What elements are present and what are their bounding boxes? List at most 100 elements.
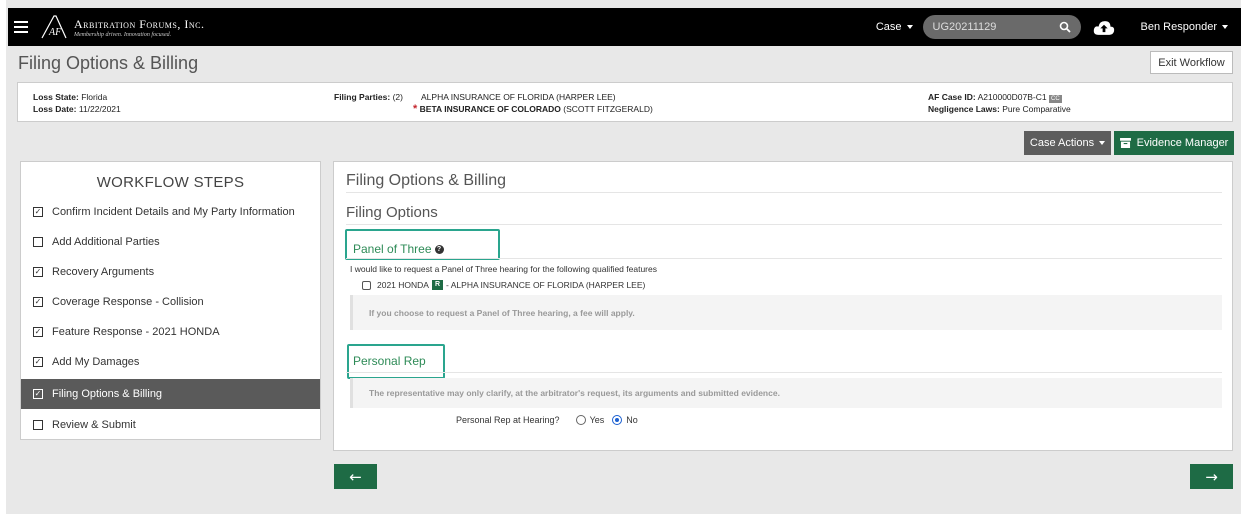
chevron-down-icon: [906, 25, 913, 30]
negligence-value: Pure Comparative: [1002, 104, 1071, 114]
feature-checkbox[interactable]: [362, 280, 371, 290]
personal-rep-question: Personal Rep at Hearing? Yes No: [456, 415, 638, 425]
case-search: [922, 15, 1081, 39]
workflow-step-review-submit[interactable]: Review & Submit: [21, 410, 320, 440]
checkbox-checked-icon: ✓: [33, 297, 43, 307]
case-id-value: A210000D07B-C1: [977, 92, 1047, 102]
brand-logo[interactable]: AF Arbitration Forums, Inc. Membership d…: [40, 14, 204, 40]
loss-date-label: Loss Date:: [33, 104, 77, 114]
workflow-step-feature-response[interactable]: ✓ Feature Response - 2021 HONDA: [21, 317, 320, 347]
checkbox-checked-icon: ✓: [33, 389, 43, 399]
party-row: ALPHA INSURANCE OF FLORIDA (HARPER LEE): [421, 91, 653, 103]
user-name: Ben Responder: [1140, 21, 1217, 33]
evidence-manager-label: Evidence Manager: [1136, 137, 1229, 149]
panel-fee-note-text: If you choose to request a Panel of Thre…: [369, 307, 635, 318]
cloud-upload-icon[interactable]: [1093, 19, 1115, 36]
party-name: ALPHA INSURANCE OF FLORIDA: [421, 92, 554, 102]
panel-request-text: I would like to request a Panel of Three…: [350, 264, 657, 274]
chevron-down-icon: [1099, 141, 1106, 146]
filing-parties-list: ALPHA INSURANCE OF FLORIDA (HARPER LEE) …: [413, 91, 653, 115]
party-contact: (SCOTT FITZGERALD): [563, 104, 653, 114]
step-label: Add My Damages: [52, 356, 140, 368]
brand-text: Arbitration Forums, Inc. Membership driv…: [74, 17, 204, 38]
arrow-left-icon: ←: [349, 467, 362, 486]
feature-vehicle: 2021 HONDA: [377, 280, 429, 290]
negligence-label: Negligence Laws:: [928, 104, 1000, 114]
step-label: Coverage Response - Collision: [52, 296, 204, 308]
user-menu[interactable]: Ben Responder: [1141, 21, 1228, 33]
section-heading: Filing Options & Billing: [346, 172, 507, 189]
af-logo-icon: AF: [41, 15, 67, 39]
divider: [346, 258, 1222, 259]
page-title: Filing Options & Billing: [18, 53, 199, 73]
workflow-step-coverage-response[interactable]: ✓ Coverage Response - Collision: [21, 287, 320, 317]
checkbox-empty-icon: [33, 237, 43, 247]
panel-feature-option[interactable]: 2021 HONDA R - ALPHA INSURANCE OF FLORID…: [362, 280, 645, 290]
case-actions-button[interactable]: Case Actions: [1024, 131, 1111, 155]
personal-rep-note-text: The representative may only clarify, at …: [369, 388, 780, 398]
case-dropdown-label: Case: [875, 21, 902, 33]
responder-badge: R: [431, 280, 444, 290]
svg-text:AF: AF: [48, 27, 62, 38]
checkbox-checked-icon: ✓: [33, 357, 43, 367]
filing-options-heading: Filing Options: [346, 204, 438, 221]
step-label: Recovery Arguments: [52, 266, 155, 278]
step-label: Add Additional Parties: [52, 236, 160, 248]
checkbox-checked-icon: ✓: [33, 267, 43, 277]
arrow-right-icon: →: [1205, 467, 1218, 486]
workflow-steps-heading: WORKFLOW STEPS: [96, 174, 245, 191]
personal-rep-label: Personal Rep: [353, 354, 426, 368]
next-button[interactable]: →: [1190, 464, 1233, 489]
step-label: Filing Options & Billing: [52, 388, 163, 400]
workflow-step-additional-parties[interactable]: Add Additional Parties: [21, 227, 320, 257]
help-icon[interactable]: ?: [434, 245, 444, 255]
personal-rep-note: The representative may only clarify, at …: [350, 378, 1222, 408]
evidence-manager-button[interactable]: Evidence Manager: [1114, 131, 1234, 155]
step-label: Review & Submit: [52, 419, 136, 431]
divider: [346, 224, 1222, 225]
workflow-step-filing-options[interactable]: ✓ Filing Options & Billing: [21, 379, 320, 409]
party-contact: (HARPER LEE): [556, 92, 616, 102]
personal-rep-question-label: Personal Rep at Hearing?: [456, 415, 560, 425]
rep-yes-label[interactable]: Yes: [590, 415, 605, 425]
case-search-input[interactable]: [932, 21, 1053, 33]
filing-parties-label: Filing Parties:: [334, 92, 391, 102]
workflow-step-recovery-arguments[interactable]: ✓ Recovery Arguments: [21, 257, 320, 287]
feature-party: - ALPHA INSURANCE OF FLORIDA (HARPER LEE…: [446, 280, 646, 290]
case-id-badge: CC: [1049, 95, 1062, 103]
rep-no-radio[interactable]: [612, 415, 623, 425]
case-id-label: AF Case ID:: [928, 92, 976, 102]
menu-icon[interactable]: [14, 21, 28, 33]
checkbox-checked-icon: ✓: [33, 207, 43, 217]
case-actions-label: Case Actions: [1029, 137, 1095, 149]
brand-tagline: Membership driven. Innovation focused.: [74, 31, 172, 38]
workflow-step-confirm-incident[interactable]: ✓ Confirm Incident Details and My Party I…: [21, 197, 320, 227]
workflow-step-add-damages[interactable]: ✓ Add My Damages: [21, 347, 320, 377]
party-name: BETA INSURANCE OF COLORADO: [419, 104, 561, 114]
loss-info: Loss State: Florida Loss Date: 11/22/202…: [33, 91, 121, 115]
rep-no-label[interactable]: No: [626, 415, 638, 425]
filing-parties-label-cell: Filing Parties: (2): [334, 91, 403, 103]
top-navbar: AF Arbitration Forums, Inc. Membership d…: [8, 8, 1241, 46]
step-label: Confirm Incident Details and My Party In…: [52, 206, 295, 218]
step-label: Feature Response - 2021 HONDA: [52, 326, 220, 338]
window-edge: [0, 0, 6, 514]
loss-state-value: Florida: [81, 92, 108, 102]
loss-date-value: 11/22/2021: [78, 104, 121, 114]
party-row: * BETA INSURANCE OF COLORADO (SCOTT FITZ…: [413, 103, 653, 115]
divider: [346, 372, 1222, 373]
panel-of-three-label: Panel of Three?: [353, 242, 444, 256]
rep-yes-radio[interactable]: [575, 415, 586, 425]
case-id-info: AF Case ID: A210000D07B-C1 CC Negligence…: [928, 91, 1071, 115]
back-button[interactable]: ←: [334, 464, 377, 489]
exit-workflow-button[interactable]: Exit Workflow: [1150, 51, 1233, 74]
case-info-bar: Loss State: Florida Loss Date: 11/22/202…: [17, 82, 1233, 122]
search-icon[interactable]: [1059, 21, 1071, 33]
brand-name: Arbitration Forums, Inc.: [74, 16, 205, 31]
loss-state-label: Loss State:: [33, 92, 79, 102]
main-content-panel: Filing Options & Billing Filing Options …: [333, 161, 1233, 451]
filing-parties-count: (2): [392, 92, 403, 102]
workflow-steps-panel: WORKFLOW STEPS ✓ Confirm Incident Details…: [20, 161, 321, 440]
case-dropdown[interactable]: Case: [876, 21, 913, 33]
checkbox-checked-icon: ✓: [33, 327, 43, 337]
